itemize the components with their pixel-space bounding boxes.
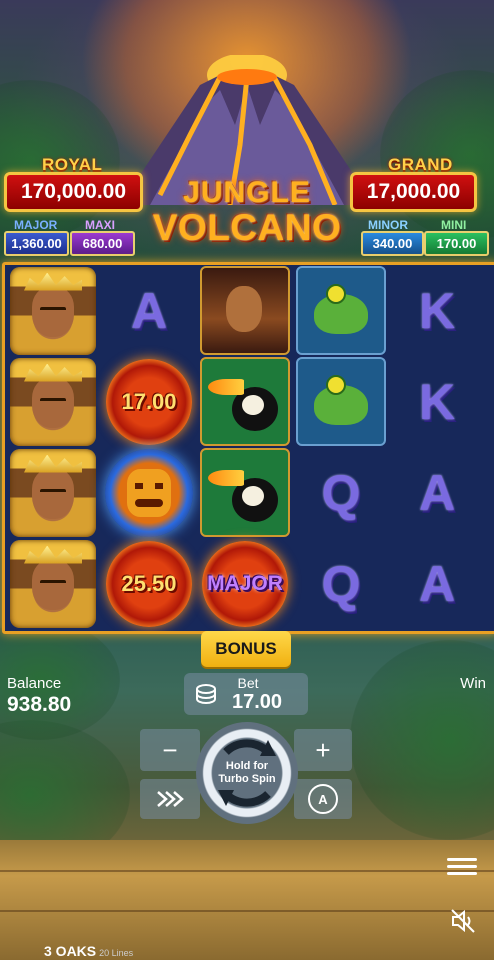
warrior-symbol (7, 356, 99, 447)
footer-brand: 3 OAKS 20 Lines (44, 943, 133, 959)
coin-jackpot-label: MAJOR (207, 571, 283, 595)
frog-icon (296, 357, 386, 446)
game-logo: JUNGLE VOLCANO (150, 176, 344, 248)
toucan-symbol (199, 356, 291, 447)
spin-hint-line1: Hold for (225, 760, 269, 772)
coin-symbol: 25.50 (103, 538, 195, 629)
autoplay-button[interactable]: A (294, 779, 352, 819)
bonus-button[interactable]: BONUS (201, 631, 291, 667)
coin-value: 17.00 (121, 388, 177, 414)
letter-symbol: Q (295, 447, 387, 538)
fire-orb-icon: 17.00 (106, 358, 192, 445)
letter-symbol: Q (295, 538, 387, 629)
balance-label: Balance (7, 675, 62, 692)
jackpot-royal-value: 170,000.00 (4, 172, 143, 212)
jackpot-grand-value: 17,000.00 (350, 172, 477, 212)
jackpot-major-value: 1,360.00 (4, 231, 69, 256)
idol-icon (105, 448, 193, 537)
jackpot-mini-label: MINI (441, 218, 467, 232)
spin-hint-line2: Turbo Spin (218, 773, 276, 785)
woman-icon (200, 266, 290, 355)
bet-decrease-button[interactable]: − (140, 729, 200, 771)
coin-symbol: MAJOR (199, 538, 291, 629)
frog-symbol (295, 265, 387, 356)
letter-a: A (418, 464, 456, 521)
reel-1 (7, 265, 99, 631)
foliage (350, 640, 494, 840)
warrior-symbol (7, 447, 99, 538)
letter-q: Q (321, 555, 361, 612)
letter-k: K (418, 282, 456, 339)
logo-line-1: JUNGLE (183, 176, 311, 209)
coins-icon (196, 684, 216, 704)
autoplay-icon: A (308, 784, 338, 814)
jackpot-maxi-label: MAXI (85, 218, 115, 232)
letter-a: A (418, 555, 456, 612)
toucan-icon (200, 448, 290, 537)
warrior-symbol (7, 538, 99, 629)
warrior-icon (10, 539, 96, 628)
logo-line-2: VOLCANO (152, 207, 342, 248)
menu-icon[interactable] (447, 854, 477, 878)
reel-grid: A 17.00 25.50 MAJOR Q Q K K A A (2, 262, 494, 634)
letter-symbol: A (391, 538, 483, 629)
spin-hint: Hold for Turbo Spin (196, 760, 298, 786)
fire-orb-icon: MAJOR (202, 540, 288, 627)
jackpot-mini-value: 170.00 (424, 231, 489, 256)
warrior-icon (10, 448, 96, 537)
jackpot-minor-label: MINOR (368, 218, 408, 232)
stone-floor (0, 840, 494, 960)
letter-symbol: A (103, 265, 195, 356)
reel-5: K K A A (391, 265, 483, 631)
win-label: Win (460, 675, 486, 692)
bet-value: 17.00 (232, 691, 283, 713)
sound-muted-icon[interactable] (450, 908, 476, 934)
bet-increase-button[interactable]: + (294, 729, 352, 771)
fire-orb-icon: 25.50 (106, 540, 192, 627)
bet-label: Bet (237, 675, 259, 691)
reel-4: Q Q (295, 265, 387, 631)
coin-symbol: 17.00 (103, 356, 195, 447)
woman-symbol (199, 265, 291, 356)
letter-symbol: A (391, 447, 483, 538)
balance-value: 938.80 (7, 693, 72, 716)
turbo-button[interactable] (140, 779, 200, 819)
letter-symbol: K (391, 265, 483, 356)
frog-icon (296, 266, 386, 355)
warrior-icon (10, 266, 96, 355)
coin-value: 25.50 (121, 570, 177, 596)
turbo-icon (157, 791, 184, 807)
letter-a: A (130, 282, 168, 339)
jackpot-minor-value: 340.00 (361, 231, 424, 256)
frog-symbol (295, 356, 387, 447)
toucan-symbol (199, 447, 291, 538)
toucan-icon (200, 357, 290, 446)
reel-3: MAJOR (199, 265, 291, 631)
lines-count: 20 Lines (99, 948, 134, 958)
letter-symbol: K (391, 356, 483, 447)
jackpot-maxi-value: 680.00 (70, 231, 135, 256)
warrior-icon (10, 357, 96, 446)
jackpot-major-label: MAJOR (14, 218, 58, 232)
brand-name: 3 OAKS (44, 943, 97, 959)
spin-button[interactable]: Hold for Turbo Spin (196, 722, 298, 824)
idol-symbol (103, 447, 195, 538)
reel-2: A 17.00 25.50 (103, 265, 195, 631)
letter-q: Q (321, 464, 361, 521)
warrior-symbol (7, 265, 99, 356)
letter-k: K (418, 373, 456, 430)
